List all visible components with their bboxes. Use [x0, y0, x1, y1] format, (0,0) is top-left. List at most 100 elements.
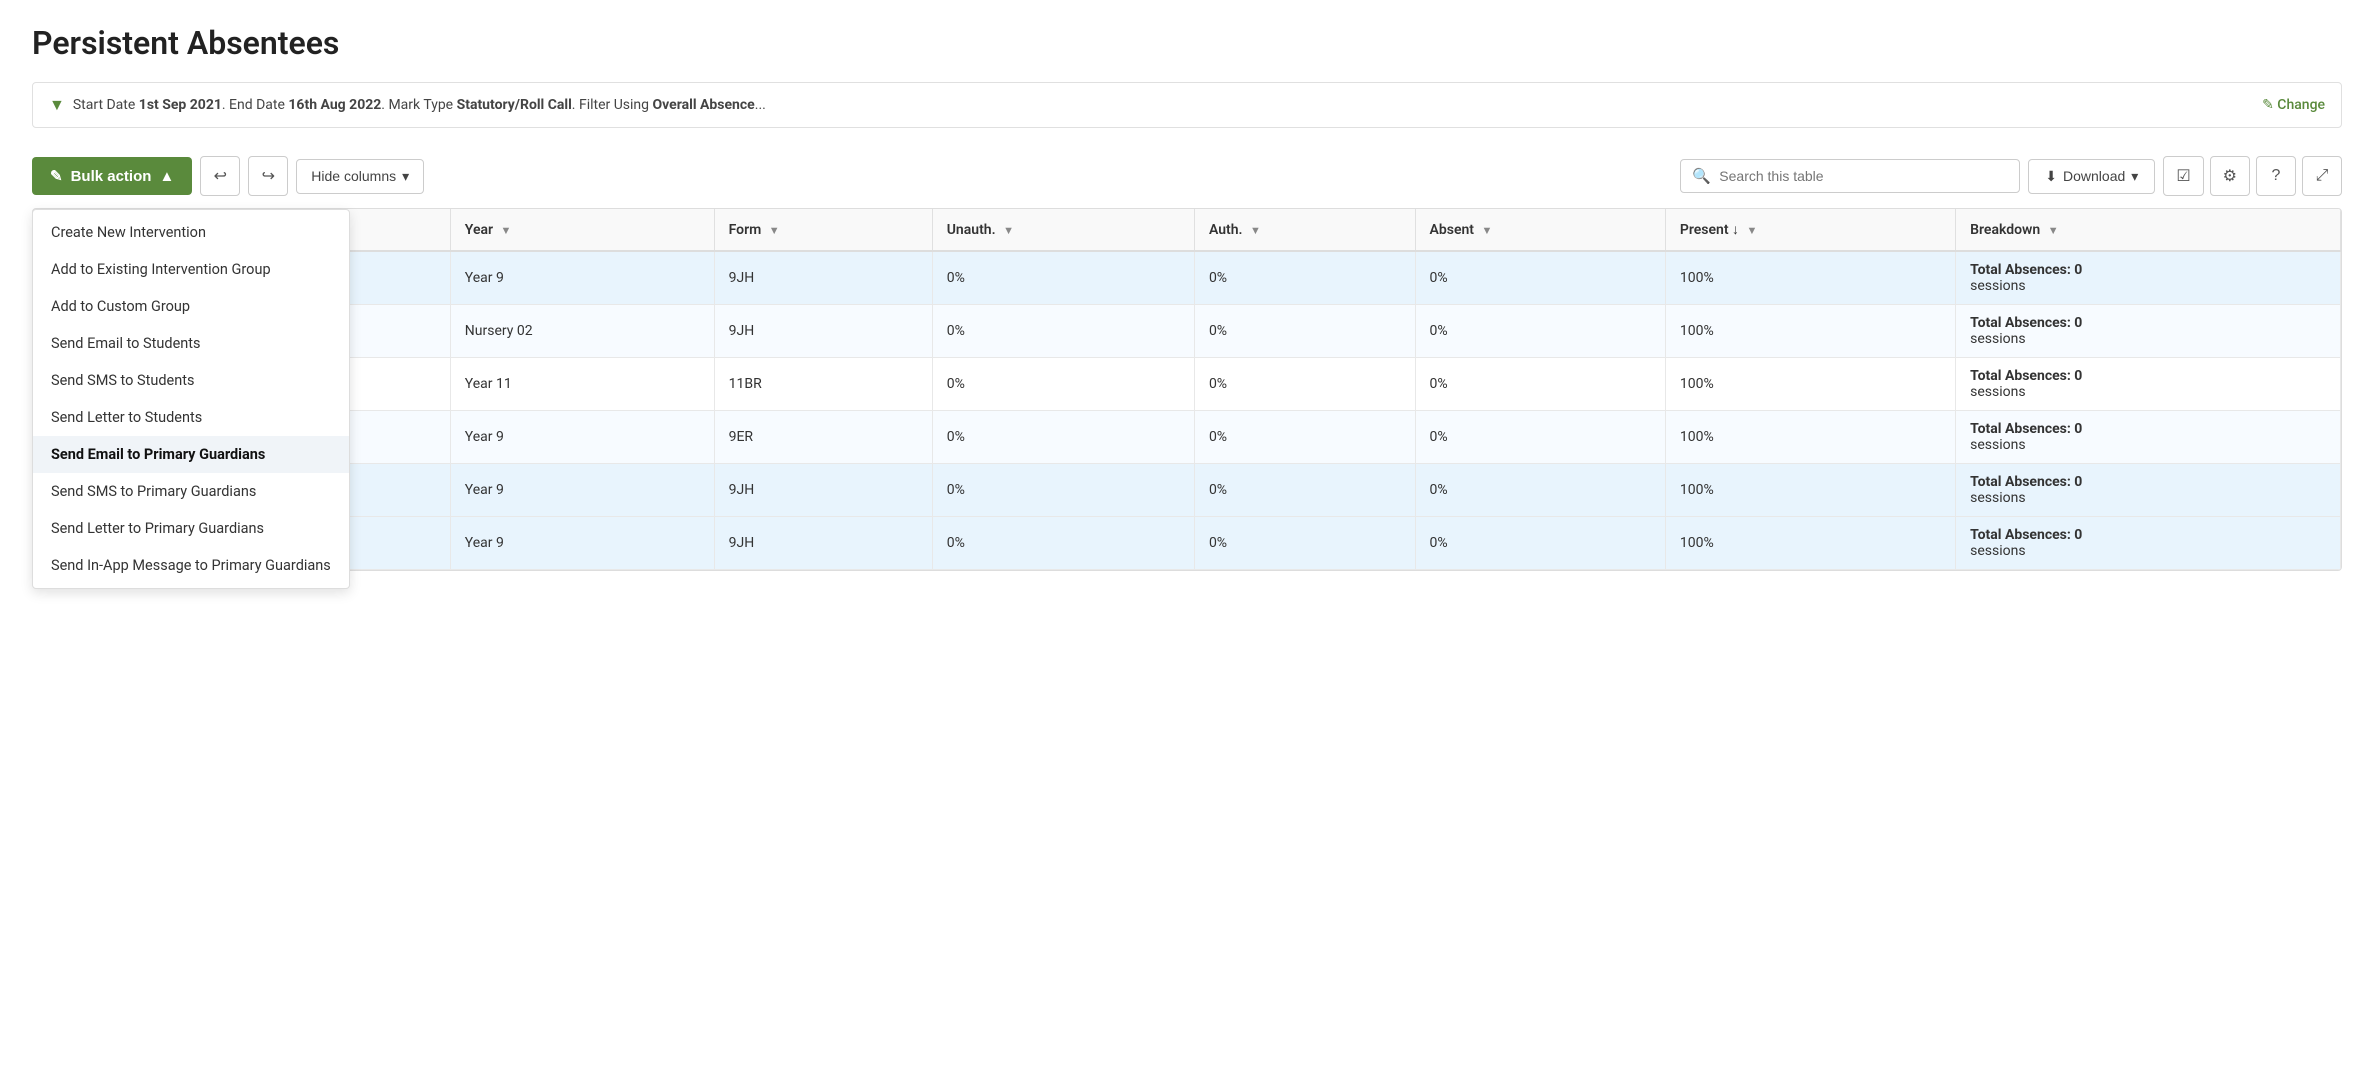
bulk-action-arrow: ▲	[159, 168, 174, 185]
row-form: 9ER	[714, 411, 932, 464]
row-unauth: 0%	[932, 305, 1194, 358]
undo-button[interactable]: ↩	[200, 156, 240, 196]
row-form: 9JH	[714, 251, 932, 305]
row-absent: 0%	[1415, 464, 1665, 517]
bulk-action-wrapper: ✎ Bulk action ▲ Create New Intervention …	[32, 157, 192, 195]
table-row: Year 11 11BR 0% 0% 0% 100% Total Absence…	[35, 358, 2341, 411]
dropdown-item-inapp-guardians[interactable]: Send In-App Message to Primary Guardians	[33, 547, 349, 584]
row-absent: 0%	[1415, 411, 1665, 464]
row-form: 11BR	[714, 358, 932, 411]
row-absent: 0%	[1415, 305, 1665, 358]
dropdown-item-email-students[interactable]: Send Email to Students	[33, 325, 349, 362]
table-wrapper: Name ▼ Year ▼ Form ▼ Unauth. ▼ Auth. ▼ A…	[32, 208, 2342, 571]
undo-icon: ↩	[214, 166, 227, 186]
table-row: Year 9 9ER 0% 0% 0% 100% Total Absences:…	[35, 411, 2341, 464]
table-row: Year 9 9JH 0% 0% 0% 100% Total Absences:…	[35, 464, 2341, 517]
row-present: 100%	[1665, 464, 1955, 517]
row-breakdown: Total Absences: 0sessions	[1956, 517, 2341, 570]
bulk-action-icon: ✎	[50, 167, 63, 185]
filter-bar: ▼ Start Date 1st Sep 2021. End Date 16th…	[32, 82, 2342, 128]
row-unauth: 0%	[932, 517, 1194, 570]
dropdown-item-letter-students[interactable]: Send Letter to Students	[33, 399, 349, 436]
search-input[interactable]	[1680, 159, 2020, 193]
row-auth: 0%	[1194, 517, 1415, 570]
settings-button[interactable]: ⚙	[2210, 156, 2250, 196]
table-row: Jackson Georgia Year 9 9JH 0% 0% 0% 100%…	[35, 517, 2341, 570]
row-auth: 0%	[1194, 464, 1415, 517]
table-row: Year 9 9JH 0% 0% 0% 100% Total Absences:…	[35, 251, 2341, 305]
expand-button[interactable]: ⤢	[2302, 156, 2342, 196]
col-breakdown[interactable]: Breakdown ▼	[1956, 209, 2341, 251]
row-year: Year 9	[450, 411, 714, 464]
row-present: 100%	[1665, 517, 1955, 570]
row-breakdown: Total Absences: 0sessions	[1956, 411, 2341, 464]
help-icon: ?	[2272, 167, 2281, 185]
col-form[interactable]: Form ▼	[714, 209, 932, 251]
row-present: 100%	[1665, 251, 1955, 305]
redo-button[interactable]: ↪	[248, 156, 288, 196]
dropdown-item-add-custom[interactable]: Add to Custom Group	[33, 288, 349, 325]
row-auth: 0%	[1194, 358, 1415, 411]
col-auth[interactable]: Auth. ▼	[1194, 209, 1415, 251]
search-icon: 🔍	[1692, 167, 1711, 185]
row-present: 100%	[1665, 305, 1955, 358]
toolbar: ✎ Bulk action ▲ Create New Intervention …	[32, 144, 2342, 208]
download-label: Download	[2063, 168, 2125, 184]
row-form: 9JH	[714, 464, 932, 517]
page-container: Persistent Absentees ▼ Start Date 1st Se…	[0, 0, 2374, 1092]
change-link[interactable]: ✎ Change	[2262, 97, 2325, 113]
row-unauth: 0%	[932, 358, 1194, 411]
row-auth: 0%	[1194, 305, 1415, 358]
filter-icon: ▼	[49, 95, 65, 115]
row-unauth: 0%	[932, 464, 1194, 517]
row-form: 9JH	[714, 305, 932, 358]
data-table: Name ▼ Year ▼ Form ▼ Unauth. ▼ Auth. ▼ A…	[33, 209, 2341, 570]
row-year: Year 11	[450, 358, 714, 411]
row-present: 100%	[1665, 411, 1955, 464]
download-icon: ⬇	[2045, 168, 2057, 185]
page-title: Persistent Absentees	[32, 24, 2342, 62]
row-breakdown: Total Absences: 0sessions	[1956, 251, 2341, 305]
dropdown-item-create-intervention[interactable]: Create New Intervention	[33, 214, 349, 251]
dropdown-item-sms-students[interactable]: Send SMS to Students	[33, 362, 349, 399]
col-unauth[interactable]: Unauth. ▼	[932, 209, 1194, 251]
row-breakdown: Total Absences: 0sessions	[1956, 464, 2341, 517]
bulk-action-dropdown: Create New Intervention Add to Existing …	[32, 209, 350, 589]
download-arrow: ▾	[2131, 168, 2138, 185]
row-year: Year 9	[450, 517, 714, 570]
hide-columns-arrow: ▾	[402, 168, 409, 185]
bulk-action-button[interactable]: ✎ Bulk action ▲	[32, 157, 192, 195]
toolbar-wrapper: ✎ Bulk action ▲ Create New Intervention …	[32, 144, 2342, 208]
row-absent: 0%	[1415, 517, 1665, 570]
toolbar-right-icons: ☑ ⚙ ? ⤢	[2163, 156, 2342, 196]
download-button[interactable]: ⬇ Download ▾	[2028, 159, 2155, 194]
check-icon: ☑	[2176, 166, 2190, 186]
hide-columns-label: Hide columns	[311, 168, 396, 184]
row-year: Year 9	[450, 464, 714, 517]
col-year[interactable]: Year ▼	[450, 209, 714, 251]
col-present[interactable]: Present ↓ ▼	[1665, 209, 1955, 251]
dropdown-item-email-guardians[interactable]: Send Email to Primary Guardians	[33, 436, 349, 473]
col-absent[interactable]: Absent ▼	[1415, 209, 1665, 251]
check-icon-button[interactable]: ☑	[2163, 156, 2203, 196]
row-unauth: 0%	[932, 411, 1194, 464]
row-year: Nursery 02	[450, 305, 714, 358]
row-present: 100%	[1665, 358, 1955, 411]
row-absent: 0%	[1415, 358, 1665, 411]
dropdown-item-sms-guardians[interactable]: Send SMS to Primary Guardians	[33, 473, 349, 510]
dropdown-item-add-existing[interactable]: Add to Existing Intervention Group	[33, 251, 349, 288]
dropdown-item-letter-guardians[interactable]: Send Letter to Primary Guardians	[33, 510, 349, 547]
hide-columns-button[interactable]: Hide columns ▾	[296, 159, 424, 194]
search-container: 🔍	[1680, 159, 2020, 193]
row-absent: 0%	[1415, 251, 1665, 305]
redo-icon: ↪	[262, 166, 275, 186]
help-button[interactable]: ?	[2256, 156, 2296, 196]
filter-bar-left: ▼ Start Date 1st Sep 2021. End Date 16th…	[49, 95, 766, 115]
row-auth: 0%	[1194, 251, 1415, 305]
expand-icon: ⤢	[2316, 167, 2329, 185]
row-breakdown: Total Absences: 0sessions	[1956, 358, 2341, 411]
filter-text: Start Date 1st Sep 2021. End Date 16th A…	[73, 97, 766, 113]
row-form: 9JH	[714, 517, 932, 570]
gear-icon: ⚙	[2223, 166, 2237, 186]
row-auth: 0%	[1194, 411, 1415, 464]
